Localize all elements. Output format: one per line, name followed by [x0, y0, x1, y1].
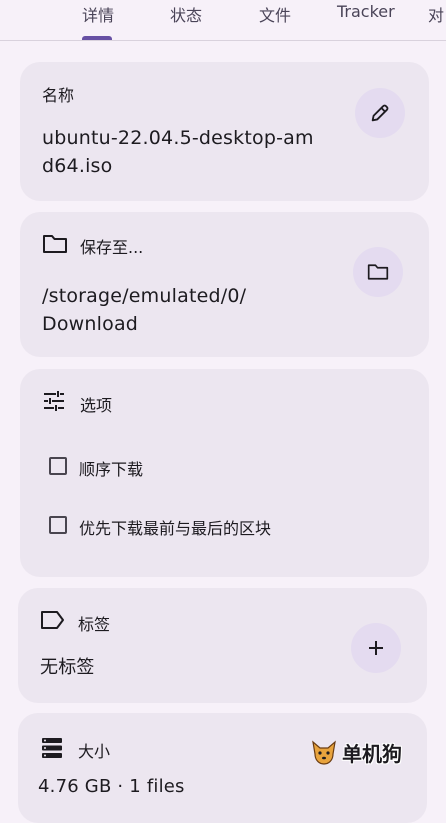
dog-logo-icon — [312, 739, 336, 765]
size-label: 大小 — [78, 742, 111, 761]
tab-status[interactable]: 状态 — [170, 2, 202, 26]
folder-icon — [367, 264, 389, 280]
tab-more[interactable]: 对 — [428, 2, 444, 26]
first-last-priority-label[interactable]: 优先下载最前与最后的区块 — [79, 515, 271, 539]
folder-icon — [43, 235, 67, 253]
size-card: 大小 4.76 GB · 1 files — [18, 713, 427, 823]
tab-details[interactable]: 详情 — [82, 2, 114, 26]
plus-icon — [369, 641, 383, 655]
options-label: 选项 — [80, 396, 113, 415]
tab-bar: 详情 状态 文件 Tracker 对 — [0, 0, 446, 41]
name-card: 名称 ubuntu-22.04.5-desktop-am d64.iso — [20, 62, 429, 201]
tab-tracker[interactable]: Tracker — [337, 2, 395, 21]
watermark-text: 单机狗 — [342, 742, 402, 766]
name-label: 名称 — [42, 86, 75, 105]
tags-value: 无标签 — [40, 657, 95, 678]
sequential-download-checkbox[interactable] — [49, 457, 67, 475]
tab-indicator — [82, 36, 112, 40]
save-path-line1: /storage/emulated/0/ — [42, 285, 247, 307]
tune-icon — [44, 391, 64, 411]
size-value: 4.76 GB · 1 files — [38, 776, 185, 797]
name-value-line2: d64.iso — [42, 155, 113, 177]
edit-name-button[interactable] — [355, 88, 405, 138]
choose-folder-button[interactable] — [353, 247, 403, 297]
save-location-card: 保存至... /storage/emulated/0/ Download — [20, 212, 429, 357]
options-card: 选项 顺序下载 优先下载最前与最后的区块 — [20, 369, 429, 577]
first-last-priority-checkbox[interactable] — [49, 516, 67, 534]
watermark: 单机狗 — [310, 738, 402, 767]
storage-icon — [42, 738, 62, 758]
add-tag-button[interactable] — [351, 623, 401, 673]
tags-card: 标签 无标签 — [18, 588, 427, 703]
tags-label: 标签 — [78, 615, 111, 634]
tab-files[interactable]: 文件 — [259, 2, 291, 26]
label-icon — [41, 611, 64, 629]
name-value-line1: ubuntu-22.04.5-desktop-am — [42, 127, 314, 149]
sequential-download-label[interactable]: 顺序下载 — [79, 456, 143, 480]
save-path-line2: Download — [42, 313, 139, 335]
save-label: 保存至... — [80, 238, 144, 257]
pencil-icon — [371, 104, 389, 122]
